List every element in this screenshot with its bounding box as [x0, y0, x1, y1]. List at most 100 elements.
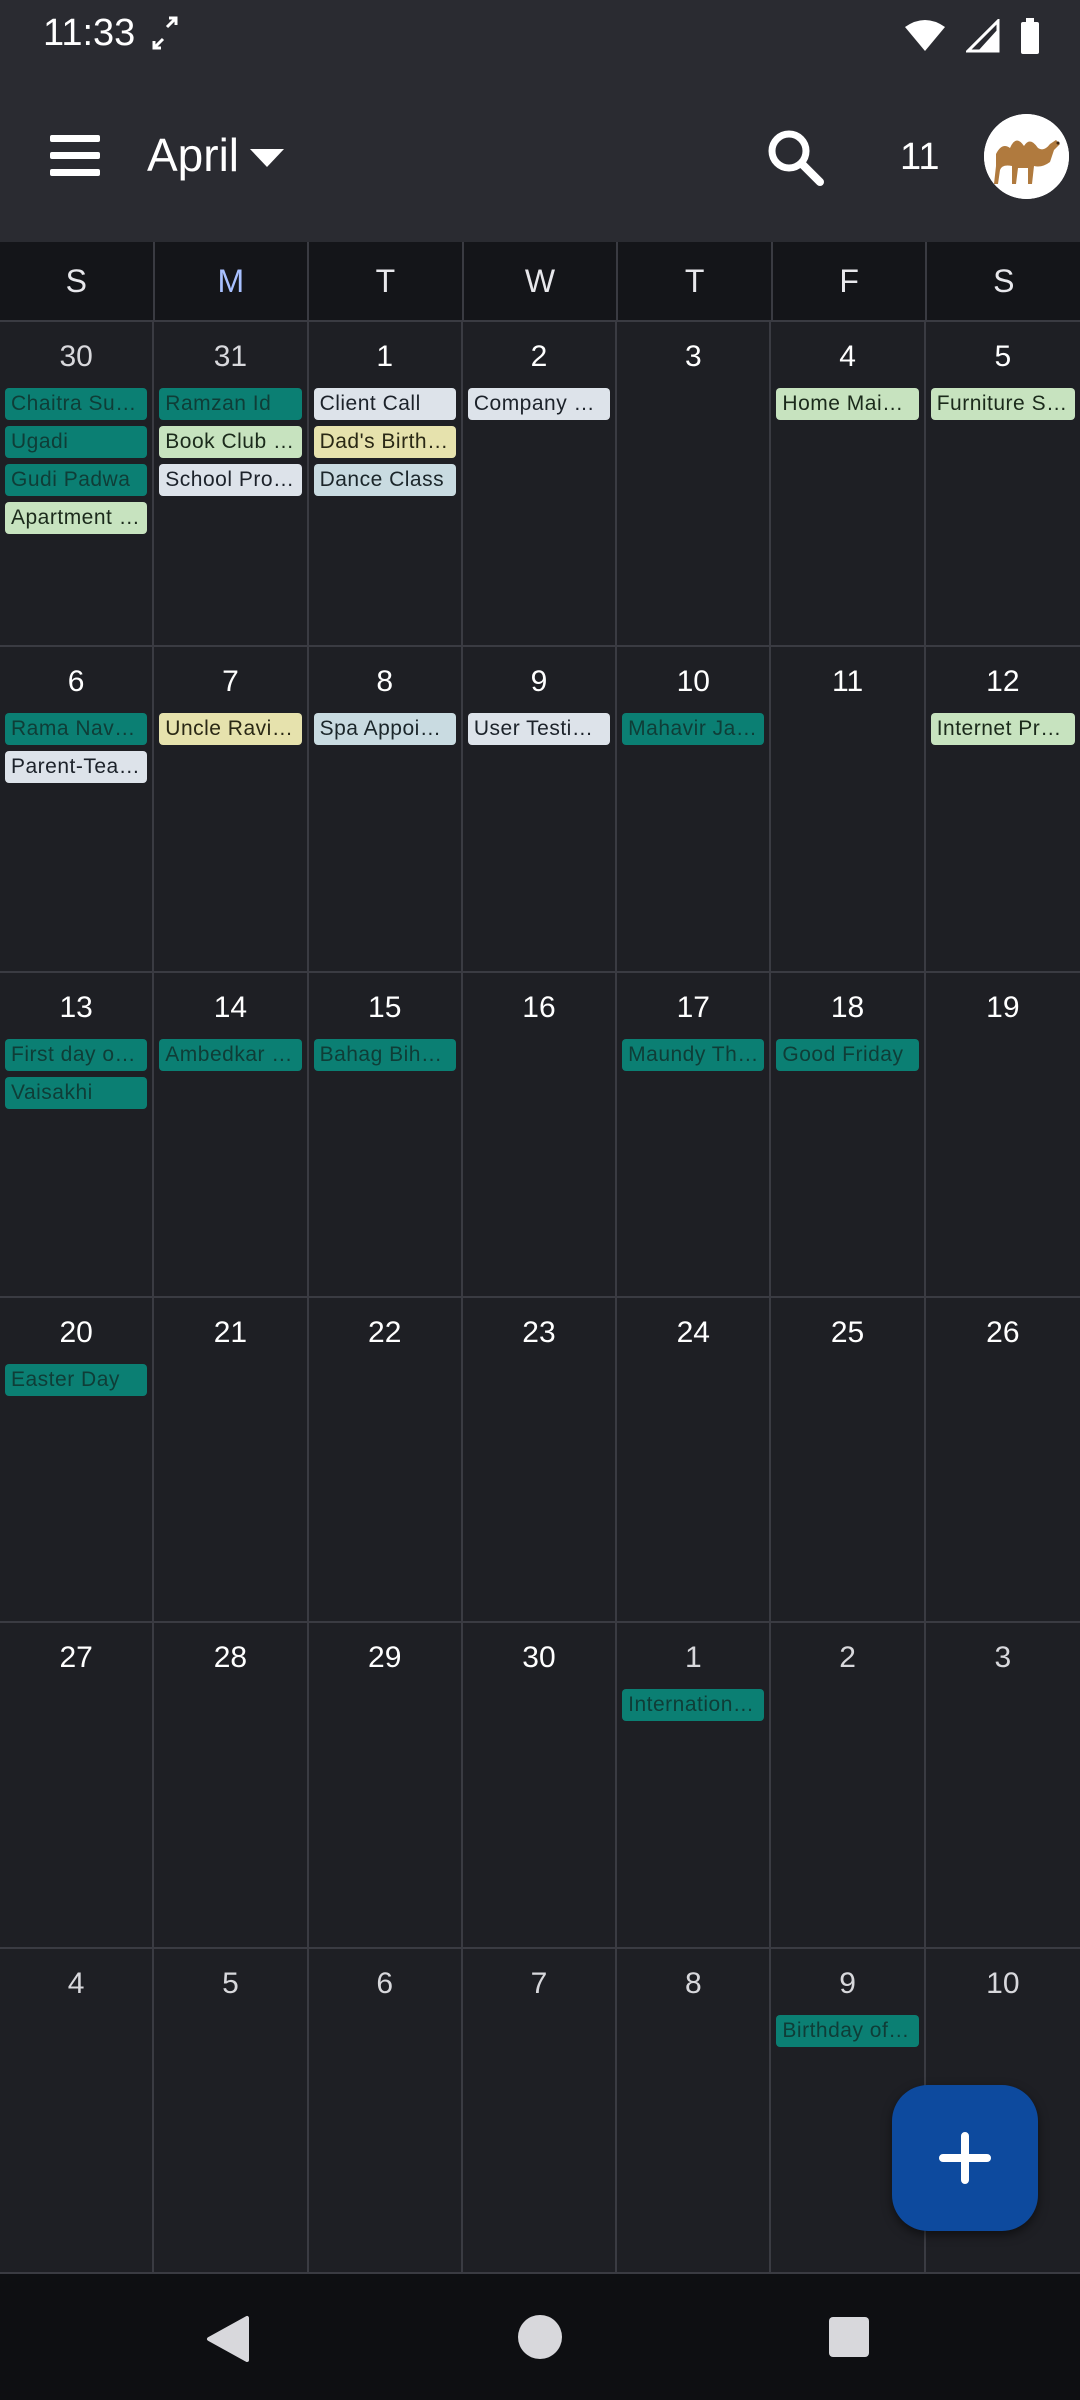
event-chip[interactable]: Good Friday	[776, 1038, 919, 1071]
day-cell[interactable]: 11	[771, 647, 926, 973]
add-event-button[interactable]	[892, 2085, 1038, 2231]
day-cell[interactable]: 14 Ambedkar …	[154, 972, 309, 1298]
event-chip[interactable]: Internet Pr…	[930, 713, 1075, 746]
event-chip[interactable]: Parent-Tea…	[5, 751, 148, 784]
day-cell[interactable]: 5	[154, 1948, 309, 2274]
event-chip[interactable]: First day of…	[5, 1038, 148, 1071]
day-cell[interactable]: 31 Ramzan Id Book Club … School Pro…	[154, 322, 309, 648]
day-number: 25	[830, 1316, 865, 1349]
day-cell[interactable]: 12 Internet Pr…	[925, 647, 1080, 973]
day-cell[interactable]: 8	[617, 1948, 772, 2274]
event-chip[interactable]: Gudi Padwa	[5, 464, 148, 496]
event-chip[interactable]: Bahag Bih…	[313, 1038, 456, 1071]
day-cell[interactable]: 4	[0, 1948, 155, 2274]
event-chip[interactable]: Ramzan Id	[159, 388, 302, 420]
day-cell[interactable]: 8 Spa Appoi…	[308, 647, 463, 973]
day-cell[interactable]: 7	[462, 1948, 618, 2274]
day-cell[interactable]: 1 Internation…	[617, 1623, 772, 1949]
day-cell[interactable]: 26	[925, 1298, 1080, 1624]
weekday-sun: S	[0, 242, 155, 320]
home-icon[interactable]	[517, 2314, 563, 2360]
day-number: 17	[676, 990, 710, 1024]
day-number: 3	[684, 340, 702, 373]
day-cell[interactable]: 17 Maundy Th…	[617, 972, 772, 1298]
event-chip[interactable]: Maundy Th…	[622, 1038, 765, 1071]
day-cell[interactable]: 27	[0, 1623, 155, 1949]
day-cell[interactable]: 5 Furniture S…	[925, 322, 1080, 648]
event-chip[interactable]: School Pro…	[159, 464, 302, 496]
day-cell[interactable]: 22	[308, 1298, 463, 1624]
day-cell[interactable]: 30	[462, 1623, 618, 1949]
event-chip[interactable]: Mahavir Ja…	[622, 713, 765, 746]
event-chip[interactable]: Chaitra Su…	[5, 388, 148, 420]
day-number: 9	[839, 1966, 856, 2000]
day-cell[interactable]: 2	[771, 1623, 926, 1949]
event-chip[interactable]: Client Call	[313, 388, 456, 420]
day-cell[interactable]: 23	[462, 1298, 618, 1624]
event-chip[interactable]: Ugadi	[5, 426, 148, 458]
event-chip[interactable]: Dad's Birth…	[313, 426, 456, 458]
day-cell[interactable]: 2 Company …	[462, 322, 618, 648]
day-cell[interactable]: 28	[154, 1623, 309, 1949]
day-cell[interactable]: 4 Home Main…	[771, 322, 926, 648]
day-cell[interactable]: 6	[308, 1948, 463, 2274]
caret-down-icon[interactable]	[250, 149, 284, 167]
status-bar: 11:33	[0, 0, 1080, 72]
recents-icon[interactable]	[828, 2316, 870, 2358]
back-icon[interactable]	[205, 2314, 251, 2364]
event-chip[interactable]: Spa Appoi…	[313, 713, 456, 746]
add-icon	[939, 2132, 991, 2184]
event-chip[interactable]: Ambedkar …	[159, 1038, 302, 1071]
day-number: 9	[530, 665, 548, 699]
event-chip[interactable]: Easter Day	[5, 1364, 148, 1396]
event-chip[interactable]: Rama Nava…	[5, 713, 148, 746]
day-number: 11	[831, 665, 864, 699]
event-chip[interactable]: Furniture S…	[930, 388, 1075, 420]
event-chip[interactable]: User Testi…	[467, 713, 611, 746]
navigation-bar	[0, 2274, 1080, 2400]
day-cell[interactable]: 29	[308, 1623, 463, 1949]
day-number: 26	[986, 1316, 1020, 1349]
day-cell[interactable]: 10 Mahavir Ja…	[617, 647, 772, 973]
day-cell[interactable]: 9 User Testi…	[462, 647, 618, 973]
event-chip[interactable]: Birthday of…	[776, 2014, 919, 2047]
day-cell[interactable]: 18 Good Friday	[771, 972, 926, 1298]
day-cell[interactable]: 13 First day of… Vaisakhi	[0, 972, 155, 1298]
day-cell[interactable]: 6 Rama Nava… Parent-Tea…	[0, 647, 155, 973]
day-number: 3	[994, 1641, 1012, 1675]
day-cell[interactable]: 19	[925, 973, 1080, 1298]
day-cell[interactable]: 20 Easter Day	[0, 1298, 155, 1624]
day-cell[interactable]: 30 Chaitra Su… Ugadi Gudi Padwa Apartment …	[0, 322, 155, 648]
day-cell[interactable]: 15 Bahag Bih…	[308, 972, 463, 1298]
menu-icon[interactable]	[50, 135, 100, 177]
day-cell[interactable]: 25	[771, 1298, 926, 1624]
day-number: 4	[67, 1966, 85, 2000]
day-cell[interactable]: 16	[462, 972, 618, 1298]
day-cell[interactable]: 3	[617, 322, 772, 648]
wifi-icon	[905, 20, 945, 51]
event-chip[interactable]: Apartment …	[5, 502, 148, 534]
day-number: 13	[59, 990, 93, 1024]
day-cell[interactable]: 21	[154, 1298, 309, 1624]
day-cell[interactable]: 24	[617, 1298, 772, 1624]
day-number: 19	[986, 990, 1020, 1024]
day-number: 18	[830, 990, 865, 1024]
avatar[interactable]	[984, 114, 1069, 199]
event-chip[interactable]: Vaisakhi	[5, 1076, 148, 1109]
event-chip[interactable]: Internation…	[622, 1689, 765, 1722]
event-chip[interactable]: Home Main…	[776, 388, 919, 420]
event-chip[interactable]: Dance Class	[313, 464, 456, 496]
event-chip[interactable]: Uncle Ravi'…	[159, 713, 302, 746]
event-chip[interactable]: Company …	[467, 388, 611, 420]
day-cell[interactable]: 1 Client Call Dad's Birth… Dance Class	[308, 322, 463, 648]
month-selector[interactable]: April	[147, 128, 239, 182]
today-button[interactable]: 11	[900, 136, 939, 179]
day-number: 20	[59, 1316, 93, 1349]
signal-icon	[966, 19, 1000, 53]
day-cell[interactable]: 7 Uncle Ravi'…	[154, 647, 309, 973]
day-number: 12	[986, 665, 1020, 699]
search-icon[interactable]	[766, 128, 824, 186]
event-chip[interactable]: Book Club …	[159, 426, 302, 458]
day-cell[interactable]: 3	[925, 1623, 1080, 1949]
day-number: 8	[684, 1966, 702, 2000]
